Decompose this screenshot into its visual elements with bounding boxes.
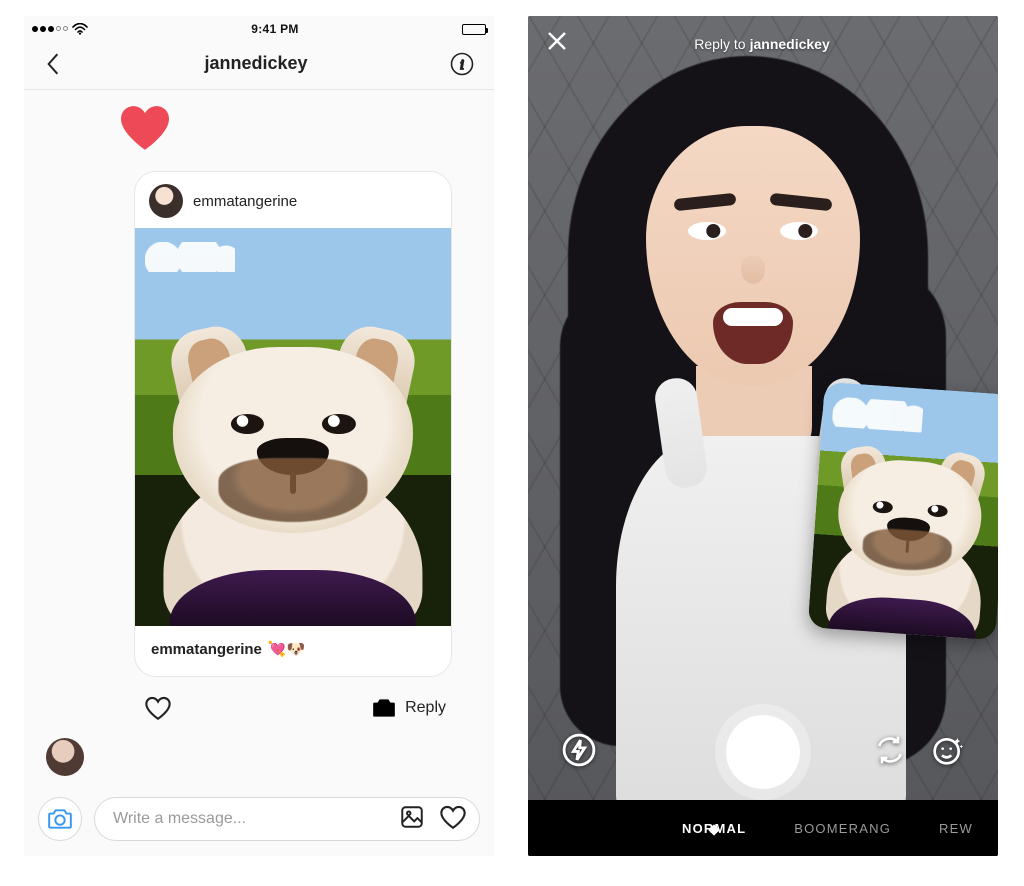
- wifi-icon: [72, 23, 88, 35]
- ios-status-bar: 9:41 PM: [24, 16, 494, 38]
- heart-outline-icon: [439, 804, 467, 830]
- camera-mode-boomerang[interactable]: BOOMERANG: [770, 821, 915, 836]
- switch-camera-button[interactable]: [874, 734, 906, 771]
- caption-username[interactable]: emmatangerine: [151, 641, 262, 658]
- close-camera-button[interactable]: [546, 30, 568, 57]
- gallery-icon: [399, 804, 425, 830]
- dm-message-list[interactable]: emmatangerine: [24, 90, 494, 790]
- sender-avatar[interactable]: [46, 738, 84, 776]
- shared-post-card[interactable]: emmatangerine: [134, 171, 452, 677]
- camera-icon: [47, 808, 73, 830]
- flash-icon: [562, 733, 596, 767]
- caption-emoji: 💘🐶: [268, 640, 305, 658]
- message-input[interactable]: [113, 810, 399, 828]
- post-author-username[interactable]: emmatangerine: [193, 193, 297, 210]
- post-photo[interactable]: [135, 228, 451, 626]
- camera-icon: [371, 697, 397, 719]
- camera-reply-screen: Reply to jannedickey: [528, 16, 998, 856]
- dm-header: jannedickey i: [24, 38, 494, 90]
- battery-icon: [462, 24, 486, 35]
- post-action-row: Reply: [134, 677, 452, 729]
- flash-toggle-button[interactable]: [562, 733, 596, 772]
- camera-reply-title: Reply to jannedickey: [694, 36, 830, 52]
- like-post-button[interactable]: [140, 691, 176, 725]
- back-button[interactable]: [40, 48, 66, 80]
- camera-mode-selector[interactable]: NORMAL BOOMERANG REW: [528, 800, 998, 856]
- switch-camera-icon: [874, 734, 906, 766]
- signal-strength-icon: [32, 26, 68, 32]
- camera-mode-rewind[interactable]: REW: [915, 821, 997, 836]
- reply-sticker[interactable]: [808, 382, 998, 641]
- post-caption: emmatangerine 💘🐶: [135, 626, 451, 676]
- reply-label: Reply: [405, 699, 446, 717]
- dm-thread-screen: 9:41 PM jannedickey i: [24, 16, 494, 856]
- status-time: 9:41 PM: [251, 22, 298, 36]
- close-icon: [546, 30, 568, 52]
- face-filter-icon: [932, 734, 964, 766]
- shutter-button[interactable]: [715, 704, 811, 800]
- svg-text:i: i: [460, 58, 464, 73]
- composer-camera-button[interactable]: [38, 797, 82, 841]
- camera-reply-button[interactable]: Reply: [371, 697, 446, 719]
- face-filters-button[interactable]: [932, 734, 964, 771]
- dm-thread-title[interactable]: jannedickey: [204, 53, 307, 74]
- post-author-avatar[interactable]: [149, 184, 183, 218]
- camera-mode-normal[interactable]: NORMAL: [658, 821, 770, 836]
- message-composer: [24, 790, 494, 856]
- gallery-button[interactable]: [399, 804, 425, 835]
- like-message-button[interactable]: [439, 804, 467, 835]
- info-button[interactable]: i: [446, 48, 478, 80]
- heart-reaction: [118, 104, 472, 157]
